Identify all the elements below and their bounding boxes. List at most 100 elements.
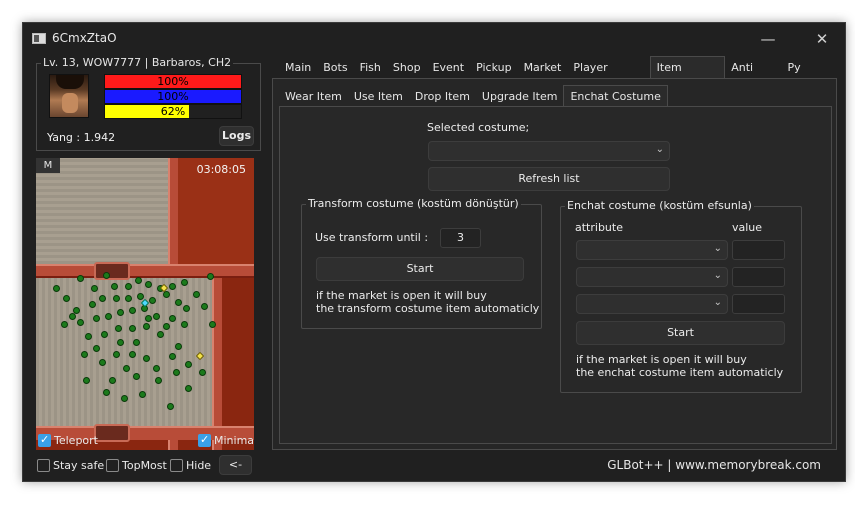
- map-monster-marker: [209, 321, 216, 328]
- map-monster-marker: [193, 291, 200, 298]
- map-monster-marker: [101, 331, 108, 338]
- close-button[interactable]: ✕: [808, 29, 836, 49]
- map-mode-label[interactable]: M: [36, 158, 60, 173]
- map-monster-marker: [169, 353, 176, 360]
- topmost-checkbox[interactable]: TopMost: [106, 459, 167, 472]
- hp-label: 100%: [157, 75, 189, 88]
- transform-note-line2: the transform costume item automaticly: [316, 302, 540, 315]
- map-monster-marker: [105, 313, 112, 320]
- subtab-drop-item[interactable]: Drop Item: [409, 85, 476, 106]
- checkbox-checked-icon[interactable]: [198, 433, 211, 447]
- sub-tabs: Wear Item Use Item Drop Item Upgrade Item En…: [279, 85, 668, 106]
- chevron-down-icon: ⌄: [713, 270, 722, 281]
- tab-market[interactable]: Market: [518, 56, 568, 78]
- map-monster-marker: [99, 295, 106, 302]
- map-monster-marker: [181, 321, 188, 328]
- map-monster-marker: [93, 345, 100, 352]
- map-monster-marker: [115, 325, 122, 332]
- tab-content-item-helper: Wear Item Use Item Drop Item Upgrade Item En…: [272, 78, 837, 450]
- tab-event[interactable]: Event: [427, 56, 471, 78]
- transform-until-label: Use transform until :: [315, 231, 429, 244]
- chevron-down-icon: ⌄: [655, 144, 664, 155]
- map-monster-marker: [185, 385, 192, 392]
- minimap[interactable]: M 03:08:05 Teleport Minimap: [36, 158, 254, 450]
- tab-main[interactable]: Main: [279, 56, 317, 78]
- stay-safe-checkbox[interactable]: Stay safe: [37, 459, 104, 472]
- map-monster-marker: [63, 295, 70, 302]
- character-info: Lv. 13, WOW7777 | Barbaros, CH2: [41, 56, 234, 69]
- map-monster-marker: [185, 361, 192, 368]
- value-input-3[interactable]: [732, 294, 785, 314]
- tab-fish[interactable]: Fish: [354, 56, 387, 78]
- tab-item-helper[interactable]: Item Helper: [649, 56, 726, 96]
- map-monster-marker: [69, 313, 76, 320]
- map-monster-marker: [157, 331, 164, 338]
- refresh-list-button[interactable]: Refresh list: [428, 167, 670, 191]
- transform-start-button[interactable]: Start: [316, 257, 524, 281]
- subtab-enchat-costume[interactable]: Enchat Costume: [563, 85, 668, 106]
- tab-py-loader[interactable]: Py Loader: [781, 56, 845, 98]
- tab-shop[interactable]: Shop: [387, 56, 427, 78]
- map-monster-marker: [139, 391, 146, 398]
- costume-select[interactable]: ⌄: [428, 141, 670, 161]
- character-panel: Lv. 13, WOW7777 | Barbaros, CH2 100% 100…: [36, 56, 261, 151]
- attribute-select-3[interactable]: ⌄: [576, 294, 728, 314]
- checkbox-icon[interactable]: [37, 459, 50, 472]
- logs-button[interactable]: Logs: [219, 126, 254, 146]
- map-monster-marker: [113, 295, 120, 302]
- selected-costume-label: Selected costume;: [427, 121, 530, 134]
- collapse-button[interactable]: <-: [219, 455, 252, 475]
- checkbox-icon[interactable]: [106, 459, 119, 472]
- transform-group-title: Transform costume (kostüm dönüştür): [306, 197, 521, 210]
- hide-checkbox[interactable]: Hide: [170, 459, 211, 472]
- window-title: 6CmxZtaO: [52, 31, 117, 45]
- map-monster-marker: [173, 369, 180, 376]
- tab-player-helper[interactable]: Player Helper: [567, 56, 649, 98]
- minimize-button[interactable]: —: [754, 29, 782, 49]
- enchat-note-line2: the enchat costume item automaticly: [576, 366, 784, 379]
- map-monster-marker: [129, 325, 136, 332]
- transform-until-input[interactable]: 3: [440, 228, 481, 248]
- tab-pickup[interactable]: Pickup: [470, 56, 517, 78]
- hp-bar: 100%: [104, 74, 242, 89]
- map-monster-marker: [125, 295, 132, 302]
- map-monster-marker: [155, 377, 162, 384]
- map-monster-marker: [93, 315, 100, 322]
- map-time: 03:08:05: [196, 163, 246, 176]
- map-wall: [212, 278, 222, 450]
- map-monster-marker: [143, 355, 150, 362]
- map-monster-marker: [169, 283, 176, 290]
- chevron-down-icon: ⌄: [713, 297, 722, 308]
- tab-anti-ban[interactable]: Anti Ban: [725, 56, 781, 98]
- map-monster-marker: [117, 339, 124, 346]
- map-monster-marker: [81, 351, 88, 358]
- enchat-start-button[interactable]: Start: [576, 321, 785, 345]
- map-monster-marker: [125, 283, 132, 290]
- sp-label: 100%: [157, 90, 189, 103]
- value-header: value: [732, 221, 763, 234]
- attribute-select-2[interactable]: ⌄: [576, 267, 728, 287]
- minimap-checkbox[interactable]: Minimap: [198, 433, 254, 447]
- map-monster-marker: [61, 321, 68, 328]
- subtab-wear-item[interactable]: Wear Item: [279, 85, 348, 106]
- checkbox-icon[interactable]: [170, 459, 183, 472]
- map-monster-marker: [181, 279, 188, 286]
- map-monster-marker: [129, 351, 136, 358]
- map-monster-marker: [109, 377, 116, 384]
- map-monster-marker: [77, 275, 84, 282]
- title-bar: 6CmxZtaO — ✕: [23, 23, 845, 55]
- map-monster-marker: [103, 272, 110, 279]
- map-monster-marker: [77, 319, 84, 326]
- teleport-checkbox[interactable]: Teleport: [38, 433, 98, 447]
- map-monster-marker: [53, 285, 60, 292]
- checkbox-checked-icon[interactable]: [38, 433, 51, 447]
- value-input-2[interactable]: [732, 267, 785, 287]
- tab-bots[interactable]: Bots: [317, 56, 353, 78]
- map-monster-marker: [133, 373, 140, 380]
- map-monster-marker: [169, 315, 176, 322]
- subtab-upgrade-item[interactable]: Upgrade Item: [476, 85, 564, 106]
- value-input-1[interactable]: [732, 240, 785, 260]
- map-floor: [36, 278, 212, 426]
- subtab-use-item[interactable]: Use Item: [348, 85, 409, 106]
- attribute-select-1[interactable]: ⌄: [576, 240, 728, 260]
